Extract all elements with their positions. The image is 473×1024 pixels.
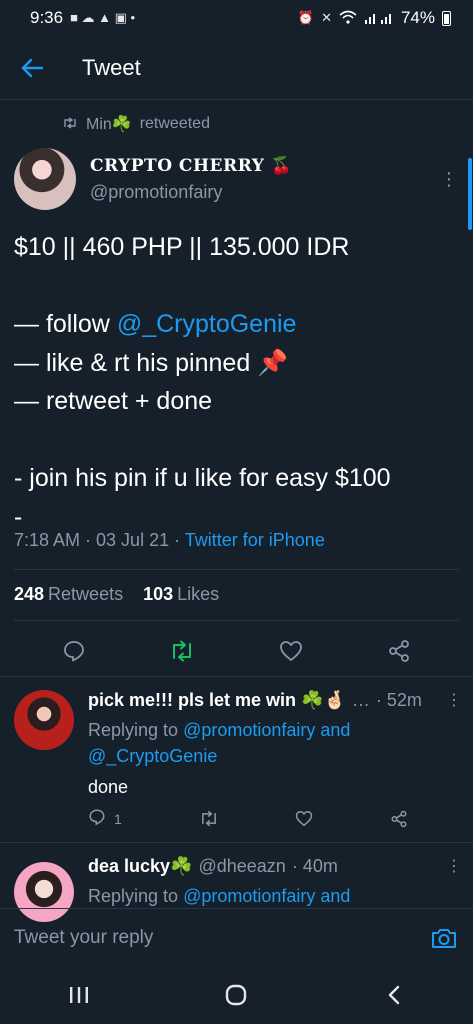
- system-nav-bar: [0, 966, 473, 1024]
- likes-label: Likes: [177, 584, 220, 604]
- divider: [14, 569, 459, 570]
- reply-author-name[interactable]: pick me!!! pls let me win ☘️🤞🏻: [88, 690, 346, 711]
- mention-link[interactable]: @_CryptoGenie: [117, 310, 297, 338]
- reply-more-icon[interactable]: ⋮: [446, 856, 462, 876]
- replying-to: Replying to @promotionfairy and: [88, 883, 458, 909]
- notification-icons: ■ ☁ ▲ ▣ •: [70, 10, 136, 25]
- divider: [0, 676, 473, 677]
- reply-author-name[interactable]: dea lucky☘️: [88, 856, 192, 877]
- mention-link[interactable]: @_CryptoGenie: [88, 746, 217, 766]
- reply-content: pick me!!! pls let me win ☘️🤞🏻 … · 52m ⋮…: [88, 690, 462, 798]
- alarm-icon: ⏰: [297, 10, 315, 25]
- author-names[interactable]: CRYPTO CHERRY 🍒 @promotionfairy: [90, 156, 439, 203]
- and-label[interactable]: and: [315, 720, 350, 740]
- battery-icon: [442, 10, 451, 26]
- reply-more-icon[interactable]: ⋮: [446, 690, 462, 710]
- reply-text: done: [88, 777, 129, 797]
- retweets-stat[interactable]: 248 Retweets: [14, 584, 123, 605]
- reply-ellipsis: …: [351, 690, 370, 710]
- author-display-name: CRYPTO CHERRY 🍒: [90, 155, 293, 176]
- likes-count: 103: [143, 584, 174, 604]
- retweeter-name: Min☘️: [86, 116, 132, 133]
- author-avatar[interactable]: [14, 148, 76, 210]
- retweeted-label: retweeted: [139, 115, 210, 132]
- tweet-meta: 7:18 AM · 03 Jul 21 · Twitter for iPhone: [14, 530, 325, 551]
- back-arrow-icon[interactable]: [0, 58, 64, 78]
- reply-input[interactable]: [14, 926, 429, 949]
- status-left: 9:36 ■ ☁ ▲ ▣ •: [30, 8, 135, 28]
- mute-icon: ✕: [321, 10, 332, 25]
- replying-label: Replying to: [88, 886, 184, 906]
- back-icon[interactable]: [364, 985, 424, 1005]
- share-icon[interactable]: [379, 639, 419, 663]
- reply-content: dea lucky☘️ @dheeazn · 40m ⋮ Replying to…: [88, 856, 462, 909]
- camera-icon[interactable]: [429, 927, 459, 949]
- retweet-small-icon: [62, 116, 78, 132]
- tweet-source-link[interactable]: Twitter for iPhone: [185, 530, 325, 550]
- retweet-context[interactable]: Min☘️ retweeted: [62, 114, 210, 134]
- home-icon[interactable]: [206, 984, 266, 1006]
- reply-count: 1: [114, 810, 122, 827]
- reply-time: · 40m: [291, 856, 338, 876]
- tweet-line: — retweet + done: [14, 387, 213, 415]
- retweet-icon[interactable]: [199, 810, 219, 827]
- reply-icon[interactable]: [54, 639, 94, 663]
- tweet-line: - join his pin if u like for easy $100: [14, 464, 391, 492]
- share-icon[interactable]: [390, 810, 408, 828]
- reply-avatar[interactable]: [14, 690, 74, 750]
- reply-author-handle: @dheeazn: [198, 856, 286, 876]
- tweet-line-prefix: — follow: [14, 310, 117, 338]
- tweet-stats: 248 Retweets 103 Likes: [14, 584, 219, 605]
- page-title: Tweet: [82, 54, 141, 80]
- reply-header: pick me!!! pls let me win ☘️🤞🏻 … · 52m: [88, 690, 458, 711]
- reply-action-bar: 1: [88, 808, 408, 829]
- likes-stat[interactable]: 103 Likes: [143, 584, 219, 605]
- author-handle: @promotionfairy: [90, 181, 223, 202]
- tweet-text: $10 || 460 PHP || 135.000 IDR — follow @…: [14, 228, 459, 536]
- status-bar: 9:36 ■ ☁ ▲ ▣ • ⏰ ✕ 74%: [0, 0, 473, 36]
- replying-to: Replying to @promotionfairy and @_CryptoG…: [88, 717, 458, 769]
- tweet-line: $10 || 460 PHP || 135.000 IDR: [14, 233, 350, 261]
- divider: [14, 620, 459, 621]
- reply-reply-button[interactable]: 1: [88, 808, 122, 829]
- reply-header: dea lucky☘️ @dheeazn · 40m: [88, 856, 458, 877]
- battery-percent: 74%: [400, 8, 435, 27]
- retweets-count: 248: [14, 584, 45, 604]
- reply-compose-bar: [0, 908, 473, 966]
- like-heart-icon[interactable]: [271, 640, 311, 662]
- replying-label: Replying to: [88, 720, 184, 740]
- reply-icon: [88, 808, 106, 829]
- recent-apps-icon[interactable]: [49, 986, 109, 1004]
- status-time: 9:36: [30, 8, 64, 27]
- app-header: Tweet: [0, 36, 473, 100]
- status-right: ⏰ ✕ 74%: [298, 8, 451, 28]
- divider: [0, 842, 473, 843]
- tweet-line: — follow @_CryptoGenie: [14, 305, 459, 344]
- wifi-icon: [339, 10, 357, 27]
- retweet-icon[interactable]: [162, 640, 202, 662]
- and-label[interactable]: and: [315, 886, 350, 906]
- retweets-label: Retweets: [48, 584, 124, 604]
- tweet-timestamp: 7:18 AM · 03 Jul 21 ·: [14, 530, 185, 550]
- tweet-action-bar: [0, 632, 473, 670]
- mention-link[interactable]: @promotionfairy: [183, 886, 315, 906]
- more-options-icon[interactable]: ⋮: [439, 169, 459, 190]
- tweet-author: CRYPTO CHERRY 🍒 @promotionfairy ⋮: [14, 148, 459, 210]
- scrollbar[interactable]: [468, 158, 472, 230]
- tweet-line: — like & rt his pinned 📌: [14, 348, 289, 377]
- signal-icon: [364, 10, 394, 27]
- reply-time: · 52m: [375, 690, 422, 710]
- like-heart-icon[interactable]: [295, 810, 313, 827]
- mention-link[interactable]: @promotionfairy: [183, 720, 315, 740]
